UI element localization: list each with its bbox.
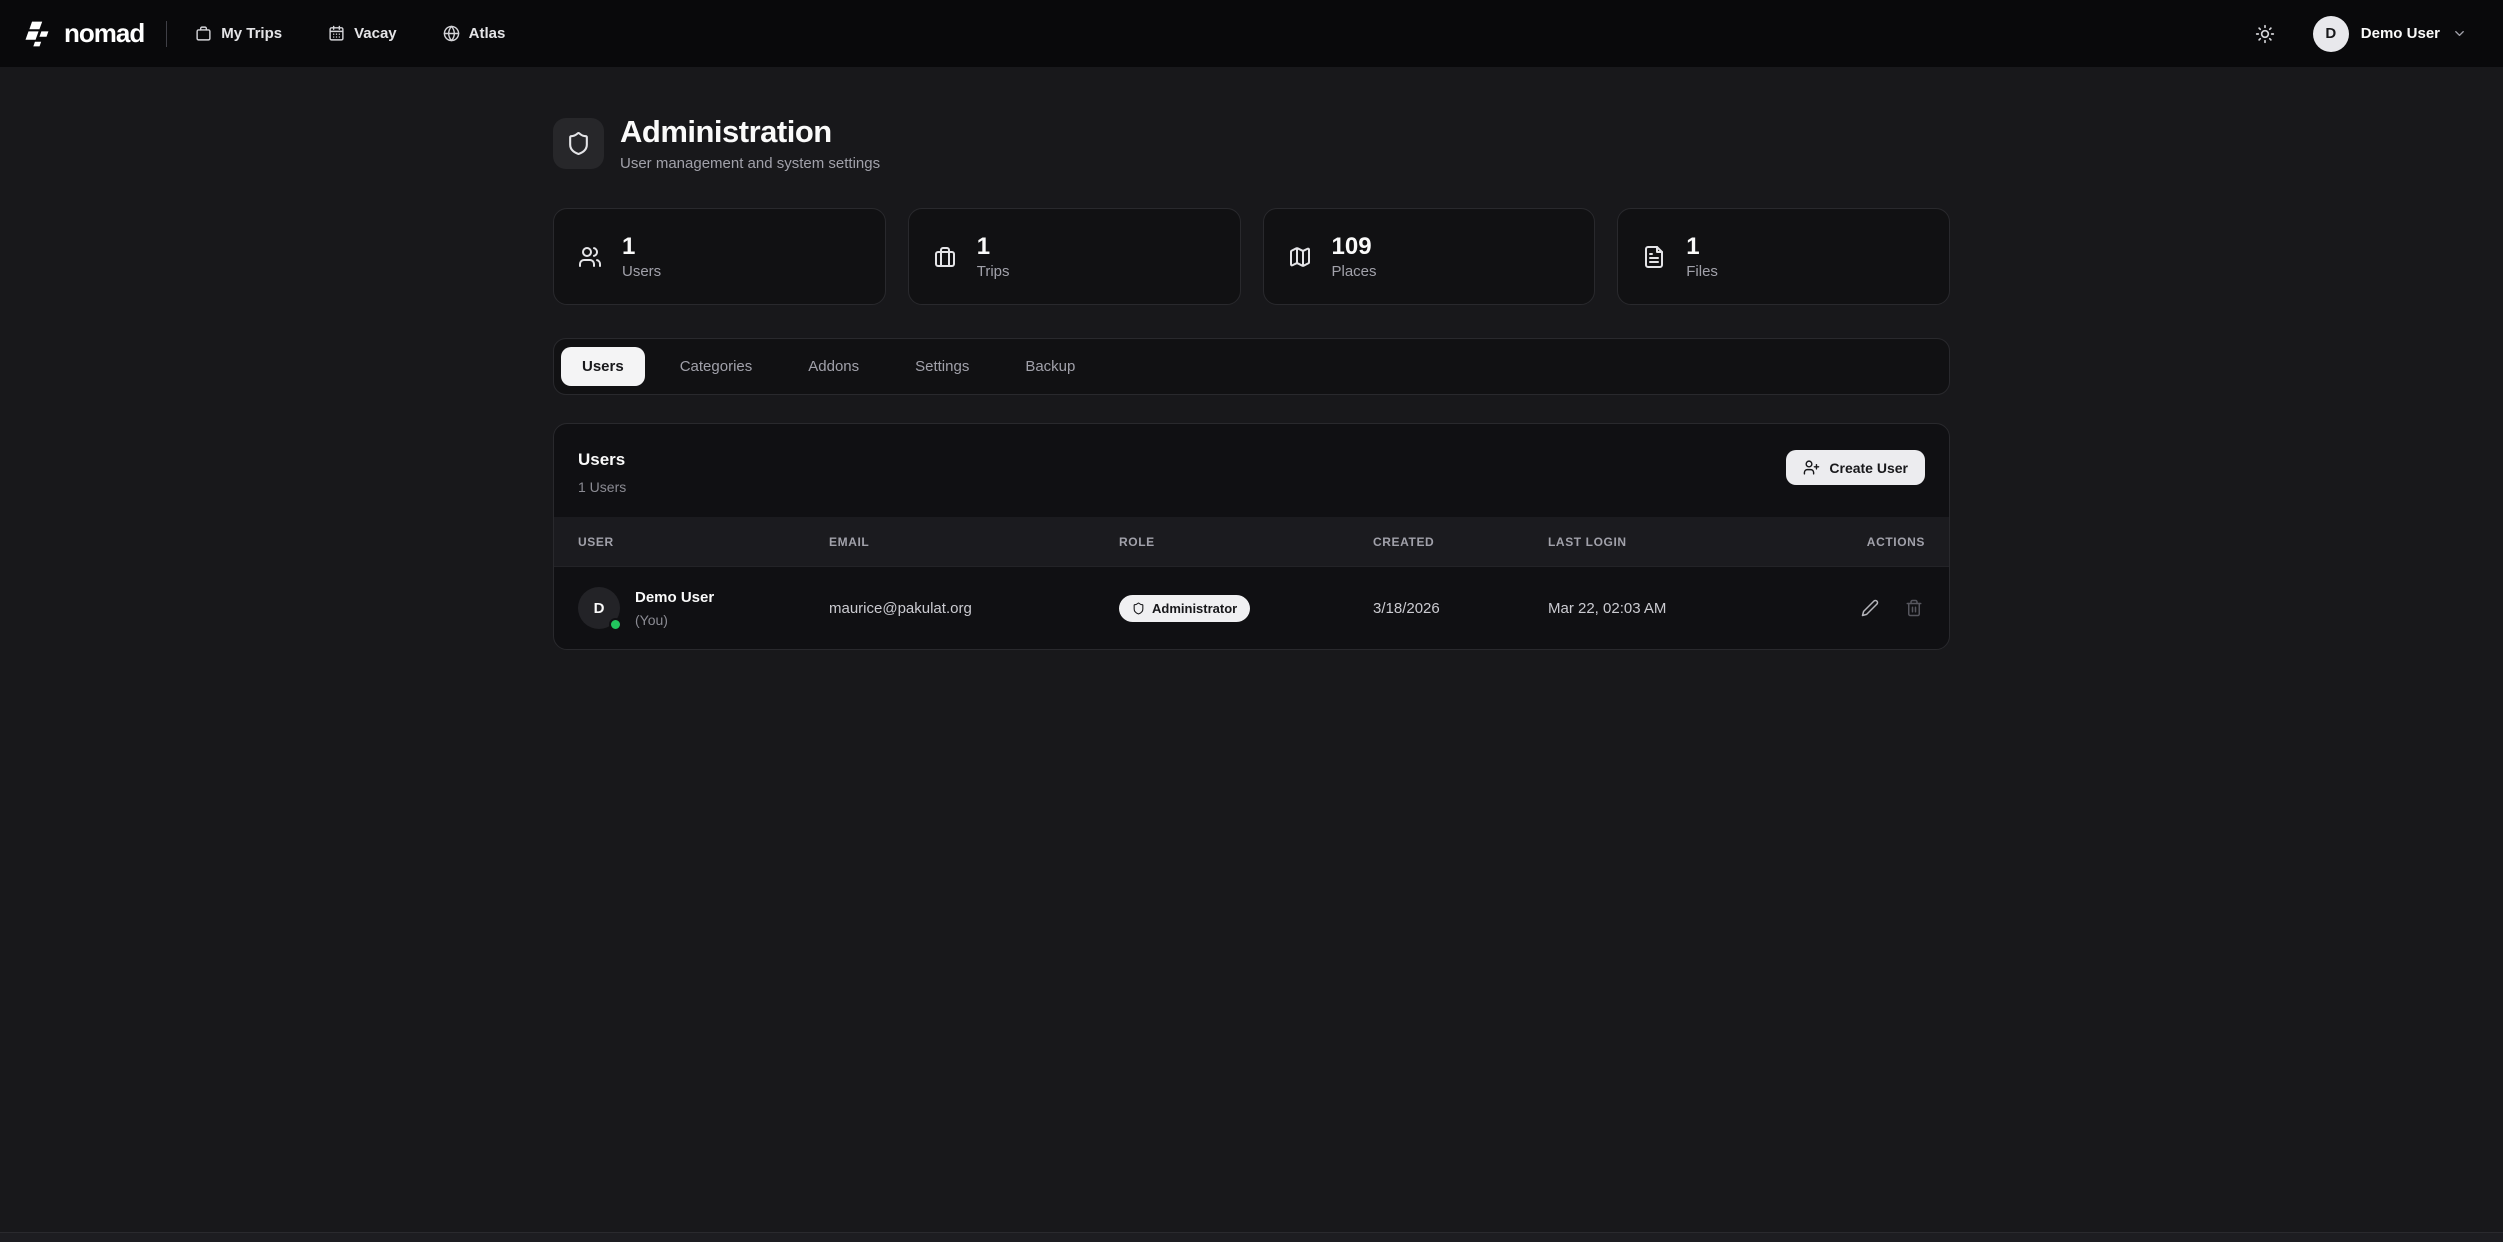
brand-logo[interactable]: nomad bbox=[24, 18, 144, 49]
row-role: Administrator bbox=[1119, 595, 1373, 622]
main-content: Administration User management and syste… bbox=[553, 67, 1950, 650]
user-plus-icon bbox=[1803, 459, 1820, 476]
pencil-icon bbox=[1861, 599, 1879, 617]
avatar: D bbox=[2313, 16, 2349, 52]
create-user-button[interactable]: Create User bbox=[1786, 450, 1925, 485]
nomad-logo-icon bbox=[24, 20, 54, 48]
chevron-down-icon bbox=[2452, 26, 2467, 41]
users-icon bbox=[578, 245, 602, 269]
theme-toggle-button[interactable] bbox=[2251, 20, 2279, 48]
stat-card-trips: 1 Trips bbox=[908, 208, 1241, 305]
user-menu[interactable]: D Demo User bbox=[2313, 16, 2467, 52]
stat-card-files: 1 Files bbox=[1617, 208, 1950, 305]
stat-label: Places bbox=[1332, 263, 1377, 280]
stats-grid: 1 Users 1 Trips 109 Places bbox=[553, 208, 1950, 305]
nav-item-my-trips[interactable]: My Trips bbox=[195, 25, 282, 42]
online-status-dot bbox=[609, 618, 622, 631]
tab-backup[interactable]: Backup bbox=[1004, 347, 1096, 386]
row-created: 3/18/2026 bbox=[1373, 600, 1548, 617]
stat-value: 1 bbox=[622, 233, 661, 261]
page-subtitle: User management and system settings bbox=[620, 155, 880, 172]
file-icon bbox=[1642, 245, 1666, 269]
footer-edge bbox=[0, 1232, 2503, 1242]
tab-addons[interactable]: Addons bbox=[787, 347, 880, 386]
nav-item-atlas[interactable]: Atlas bbox=[443, 25, 506, 42]
user-name: Demo User bbox=[2361, 25, 2440, 42]
role-label: Administrator bbox=[1152, 601, 1237, 616]
map-icon bbox=[1288, 245, 1312, 269]
nav-label: Vacay bbox=[354, 25, 397, 42]
create-user-label: Create User bbox=[1829, 460, 1908, 476]
users-card-title: Users bbox=[578, 450, 626, 470]
table-row: D Demo User (You) maurice@pakulat.org Ad… bbox=[554, 567, 1949, 649]
stat-card-places: 109 Places bbox=[1263, 208, 1596, 305]
users-count: 1 Users bbox=[578, 479, 626, 495]
delete-user-button[interactable] bbox=[1903, 597, 1925, 619]
primary-nav: My Trips Vacay Atlas bbox=[195, 25, 505, 42]
trash-icon bbox=[1905, 599, 1923, 617]
row-you-label: (You) bbox=[635, 612, 714, 628]
col-actions: Actions bbox=[1801, 535, 1925, 549]
top-navbar: nomad My Trips Vacay Atlas bbox=[0, 0, 2503, 67]
briefcase-icon bbox=[195, 25, 212, 42]
nav-divider bbox=[166, 21, 167, 47]
globe-icon bbox=[443, 25, 460, 42]
shield-icon bbox=[553, 118, 604, 169]
col-created: Created bbox=[1373, 535, 1548, 549]
users-card: Users 1 Users Create User User Email Rol… bbox=[553, 423, 1950, 650]
col-role: Role bbox=[1119, 535, 1373, 549]
col-email: Email bbox=[829, 535, 1119, 549]
stat-value: 109 bbox=[1332, 233, 1377, 261]
brand-wordmark: nomad bbox=[64, 18, 144, 49]
stat-label: Trips bbox=[977, 263, 1010, 280]
stat-value: 1 bbox=[1686, 233, 1718, 261]
row-last-login: Mar 22, 02:03 AM bbox=[1548, 600, 1801, 617]
users-card-header: Users 1 Users Create User bbox=[554, 424, 1949, 517]
page-header: Administration User management and syste… bbox=[553, 115, 1950, 172]
admin-tabs: Users Categories Addons Settings Backup bbox=[553, 338, 1950, 395]
row-actions bbox=[1801, 597, 1925, 619]
stat-label: Users bbox=[622, 263, 661, 280]
role-badge: Administrator bbox=[1119, 595, 1250, 622]
shield-icon bbox=[1132, 602, 1145, 615]
sun-icon bbox=[2255, 24, 2275, 44]
briefcase-icon bbox=[933, 245, 957, 269]
row-email: maurice@pakulat.org bbox=[829, 600, 1119, 617]
col-last-login: Last Login bbox=[1548, 535, 1801, 549]
stat-card-users: 1 Users bbox=[553, 208, 886, 305]
nav-item-vacay[interactable]: Vacay bbox=[328, 25, 397, 42]
tab-categories[interactable]: Categories bbox=[659, 347, 774, 386]
avatar: D bbox=[578, 587, 620, 629]
stat-value: 1 bbox=[977, 233, 1010, 261]
calendar-icon bbox=[328, 25, 345, 42]
users-table-header: User Email Role Created Last Login Actio… bbox=[554, 517, 1949, 567]
tab-settings[interactable]: Settings bbox=[894, 347, 990, 386]
tab-users[interactable]: Users bbox=[561, 347, 645, 386]
stat-label: Files bbox=[1686, 263, 1718, 280]
user-cell: D Demo User (You) bbox=[578, 587, 829, 629]
nav-label: Atlas bbox=[469, 25, 506, 42]
edit-user-button[interactable] bbox=[1859, 597, 1881, 619]
col-user: User bbox=[578, 535, 829, 549]
row-user-name: Demo User bbox=[635, 589, 714, 606]
page-title: Administration bbox=[620, 115, 880, 149]
nav-label: My Trips bbox=[221, 25, 282, 42]
